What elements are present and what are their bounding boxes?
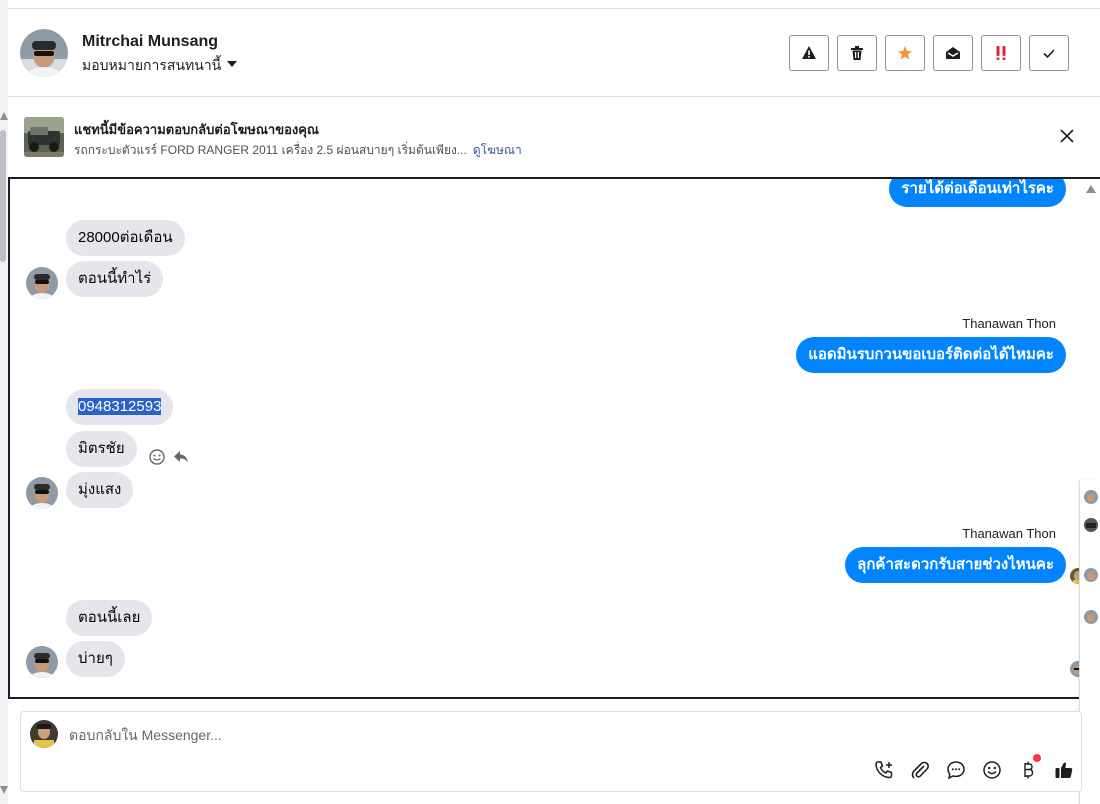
delete-button[interactable] [837, 35, 877, 71]
view-ad-link[interactable]: ดูโฆษณา [473, 143, 522, 157]
sender-name: Thanawan Thon [962, 316, 1056, 331]
thread-scroll-up-icon[interactable] [1086, 185, 1096, 193]
saved-replies-button[interactable] [944, 758, 967, 781]
contact-avatar-small[interactable] [26, 267, 58, 299]
message-thread[interactable]: รายได้ต่อเดือนเท่าไรคะ 28000ต่อเดือน ตอน… [8, 177, 1100, 699]
reply-input[interactable] [69, 724, 769, 746]
scroll-down-arrow-icon[interactable] [0, 786, 8, 794]
mark-as-spam-button[interactable] [789, 35, 829, 71]
warning-icon [802, 46, 816, 59]
ad-banner-description: รถกระบะตัวแรร์ FORD RANGER 2011 เครื่อง … [74, 141, 522, 160]
mark-important-button[interactable] [981, 35, 1021, 71]
conversation-avatar[interactable] [1084, 610, 1098, 624]
message-incoming[interactable]: ตอนนี้ทำไร่ [66, 261, 164, 297]
ad-reply-banner: แชทนี้มีข้อความตอบกลับต่อโฆษณาของคุณ รถก… [8, 98, 1100, 176]
conversation-header: Mitrchai Munsang มอบหมายการสนทนานี้ [8, 8, 1100, 97]
message-outgoing[interactable]: แอดมินรบกวนขอเบอร์ติดต่อได้ไหมคะ [796, 337, 1066, 373]
selected-text: 0948312593 [78, 398, 162, 415]
message-incoming[interactable]: ตอนนี้เลย [66, 600, 153, 636]
message-outgoing[interactable]: รายได้ต่อเดือนเท่าไรคะ [889, 179, 1066, 207]
emoji-button[interactable] [980, 758, 1003, 781]
mark-done-button[interactable] [1029, 35, 1069, 71]
ad-description-text: รถกระบะตัวแรร์ FORD RANGER 2011 เครื่อง … [74, 143, 467, 157]
reply-arrow-icon[interactable] [172, 448, 190, 466]
message-incoming[interactable]: บ่ายๆ [66, 641, 125, 677]
ad-banner-title: แชทนี้มีข้อความตอบกลับต่อโฆษณาของคุณ [74, 122, 319, 137]
phone-plus-icon [874, 760, 892, 778]
conversation-list-edge[interactable] [1079, 480, 1100, 804]
thumbs-up-icon [1055, 762, 1072, 778]
trash-icon [851, 46, 863, 60]
conversation-avatar[interactable] [1084, 518, 1098, 532]
message-outgoing[interactable]: ลุกค้าสะดวกรับสายช่วงไหนคะ [845, 547, 1066, 583]
assign-conversation-dropdown[interactable]: มอบหมายการสนทนานี้ [82, 55, 238, 77]
message-incoming[interactable]: มุ่งแสง [66, 472, 134, 508]
contact-name[interactable]: Mitrchai Munsang [82, 33, 218, 51]
conversation-avatar[interactable] [1084, 568, 1098, 582]
header-actions [789, 35, 1069, 71]
baht-icon [1023, 761, 1033, 778]
react-emoji-icon[interactable] [148, 448, 166, 466]
notification-dot [1033, 754, 1041, 762]
scroll-up-arrow-icon[interactable] [0, 112, 8, 120]
conversation-avatar[interactable] [1084, 490, 1098, 504]
contact-avatar-small[interactable] [26, 477, 58, 509]
left-scrollbar[interactable] [0, 0, 8, 804]
page-avatar [30, 720, 58, 748]
check-icon [1043, 49, 1055, 59]
sender-name: Thanawan Thon [962, 526, 1056, 541]
contact-avatar-small[interactable] [26, 646, 58, 678]
close-icon[interactable] [1058, 127, 1076, 145]
mark-unread-button[interactable] [933, 35, 973, 71]
scrollbar-thumb[interactable] [0, 130, 6, 262]
contact-avatar[interactable] [20, 29, 68, 77]
chat-bubble-icon [946, 760, 965, 779]
paperclip-icon [911, 761, 929, 779]
follow-up-button[interactable] [885, 35, 925, 71]
star-icon [898, 46, 912, 60]
envelope-open-icon [946, 47, 960, 59]
double-exclamation-icon [996, 46, 1006, 60]
reply-composer [20, 711, 1082, 792]
composer-tools [872, 754, 1075, 781]
message-incoming[interactable]: มิตรชัย [66, 431, 137, 467]
caret-down-icon [227, 61, 238, 67]
attach-button[interactable] [908, 758, 931, 781]
payment-button[interactable] [1016, 754, 1041, 781]
assign-label: มอบหมายการสนทนานี้ [82, 57, 222, 73]
call-button[interactable] [872, 758, 895, 781]
ad-thumbnail[interactable] [24, 117, 64, 157]
smiley-icon [982, 760, 1001, 779]
message-incoming[interactable]: 28000ต่อเดือน [66, 220, 185, 256]
message-incoming-selected[interactable]: 0948312593 [66, 389, 174, 425]
like-button[interactable] [1052, 758, 1075, 781]
